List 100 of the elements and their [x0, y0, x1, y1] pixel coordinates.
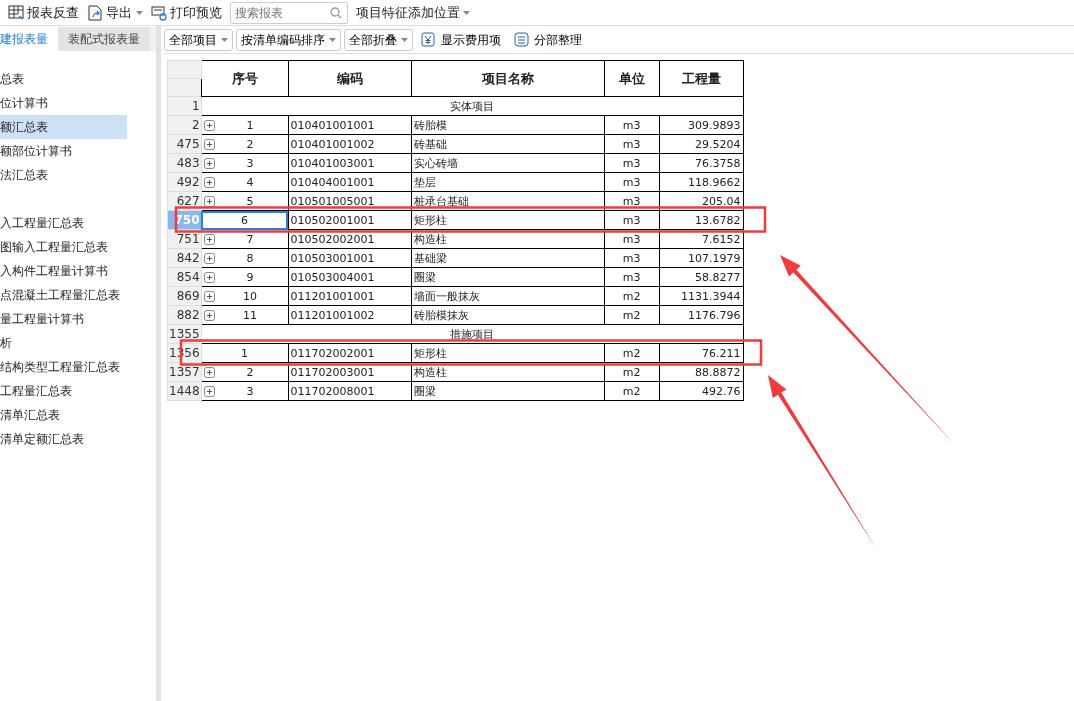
- table-cell-text: 10: [242, 288, 259, 305]
- filter-dropdown[interactable]: 全部折叠: [344, 28, 413, 51]
- table-cell: 010401003001: [288, 153, 412, 173]
- column-header: 编码: [288, 60, 412, 97]
- report-item[interactable]: 入工程量汇总表: [0, 211, 127, 235]
- yen-icon: [421, 31, 437, 48]
- expand-icon[interactable]: [203, 385, 215, 397]
- report-item[interactable]: 清单汇总表: [0, 403, 127, 427]
- table-cell: 118.9662: [659, 172, 744, 192]
- expand-icon[interactable]: [203, 233, 215, 245]
- list-icon: [514, 31, 530, 48]
- table-cell: 011702002001: [288, 343, 412, 363]
- table-cell: 13.6782: [659, 210, 744, 230]
- report-item[interactable]: 额部位计算书: [0, 139, 127, 163]
- table-cell: m3: [604, 172, 660, 192]
- table-cell: 011201001002: [288, 305, 412, 325]
- filter-dropdown[interactable]: 按清单编码排序: [236, 28, 341, 51]
- caret-icon: [221, 37, 228, 42]
- caret-icon: [463, 10, 470, 15]
- search-field[interactable]: 搜索报表: [230, 1, 348, 24]
- toolbar-button[interactable]: 分部整理: [509, 30, 587, 49]
- table-cell: 墙面一般抹灰: [411, 286, 605, 306]
- table-cell-text: 2: [245, 136, 255, 153]
- table-cell: m2: [604, 305, 660, 325]
- report-item[interactable]: 清单定额汇总表: [0, 427, 127, 451]
- table-cell-text: 7: [245, 231, 255, 248]
- column-header: 序号: [201, 60, 289, 97]
- table-cell: 76.3758: [659, 153, 744, 173]
- table-cell: 107.1979: [659, 248, 744, 268]
- table-cell: 58.8277: [659, 267, 744, 287]
- table-cell: 1131.3944: [659, 286, 744, 306]
- report-item[interactable]: 结构类型工程量汇总表: [0, 355, 127, 379]
- table-cell: m3: [604, 191, 660, 211]
- table-cell: m3: [604, 153, 660, 173]
- table-cell: 1176.796: [659, 305, 744, 325]
- report-item[interactable]: 总表: [0, 67, 127, 91]
- table-cell: m2: [604, 286, 660, 306]
- grid-icon: [8, 4, 24, 21]
- table-cell: 砖胎模: [411, 115, 605, 135]
- table-cell: 29.5204: [659, 134, 744, 154]
- table-cell: 205.04: [659, 191, 744, 211]
- report-item[interactable]: 图输入工程量汇总表: [0, 235, 127, 259]
- expand-icon[interactable]: [203, 290, 215, 302]
- report-item[interactable]: 工程量汇总表: [0, 379, 127, 403]
- group-title: 实体项目: [201, 96, 744, 116]
- table-cell: 砖胎模抹灰: [411, 305, 605, 325]
- report-item[interactable]: 入构件工程量计算书: [0, 259, 127, 283]
- column-header: 工程量: [659, 60, 744, 97]
- toolbar-button[interactable]: 报表反查: [8, 2, 79, 23]
- table-cell: m3: [604, 210, 660, 230]
- table-cell: m3: [604, 134, 660, 154]
- search-icon: [330, 6, 342, 19]
- expand-icon[interactable]: [203, 366, 215, 378]
- toolbar-button[interactable]: 显示费用项: [416, 30, 506, 49]
- toolbar-button[interactable]: 打印预览: [151, 2, 222, 23]
- report-item[interactable]: 额汇总表: [0, 115, 127, 139]
- sidebar-tab[interactable]: 建报表量: [0, 27, 58, 51]
- expand-icon[interactable]: [203, 271, 215, 283]
- column-header: 单位: [604, 60, 660, 97]
- table-cell-text: 8: [245, 250, 255, 267]
- table-cell-text: 1: [245, 117, 255, 134]
- table-cell: m3: [604, 248, 660, 268]
- table-cell: 基础梁: [411, 248, 605, 268]
- report-item[interactable]: 量工程量计算书: [0, 307, 127, 331]
- sidebar-tab[interactable]: 装配式报表量: [58, 27, 150, 51]
- caret-icon: [329, 37, 336, 42]
- table-cell: 矩形柱: [411, 343, 605, 363]
- table-cell: 010401001001: [288, 115, 412, 135]
- table-cell: 圈梁: [411, 267, 605, 287]
- position-dropdown[interactable]: 项目特征添加位置: [356, 2, 470, 23]
- table-cell-text: 9: [245, 269, 255, 286]
- table-cell-text: 5: [245, 193, 255, 210]
- expand-icon[interactable]: [203, 157, 215, 169]
- expand-icon[interactable]: [203, 176, 215, 188]
- expand-icon[interactable]: [203, 195, 215, 207]
- expand-icon[interactable]: [203, 119, 215, 131]
- table-cell: 309.9893: [659, 115, 744, 135]
- expand-icon[interactable]: [203, 309, 215, 321]
- table-cell-text: 2: [245, 364, 255, 381]
- table-cell: 010501005001: [288, 191, 412, 211]
- report-item[interactable]: 点混凝土工程量汇总表: [0, 283, 127, 307]
- table-cell: m2: [604, 381, 660, 401]
- report-item[interactable]: 位计算书: [0, 91, 127, 115]
- table-cell-text: 1: [240, 345, 250, 362]
- printer-icon: [151, 4, 167, 21]
- table-cell: 桩承台基础: [411, 191, 605, 211]
- toolbar-button[interactable]: 导出: [87, 2, 132, 23]
- table-cell: 砖基础: [411, 134, 605, 154]
- table-cell: 010404001001: [288, 172, 412, 192]
- table-cell: 矩形柱: [411, 210, 605, 230]
- report-item[interactable]: 析: [0, 331, 127, 355]
- table-cell: 圈梁: [411, 381, 605, 401]
- report-item[interactable]: 法汇总表: [0, 163, 127, 187]
- expand-icon[interactable]: [203, 252, 215, 264]
- filter-dropdown[interactable]: 全部项目: [164, 28, 233, 51]
- column-header: 项目名称: [411, 60, 605, 97]
- table-cell: m2: [604, 343, 660, 363]
- table-cell: 010401001002: [288, 134, 412, 154]
- expand-icon[interactable]: [203, 138, 215, 150]
- caret-icon: [136, 10, 143, 15]
